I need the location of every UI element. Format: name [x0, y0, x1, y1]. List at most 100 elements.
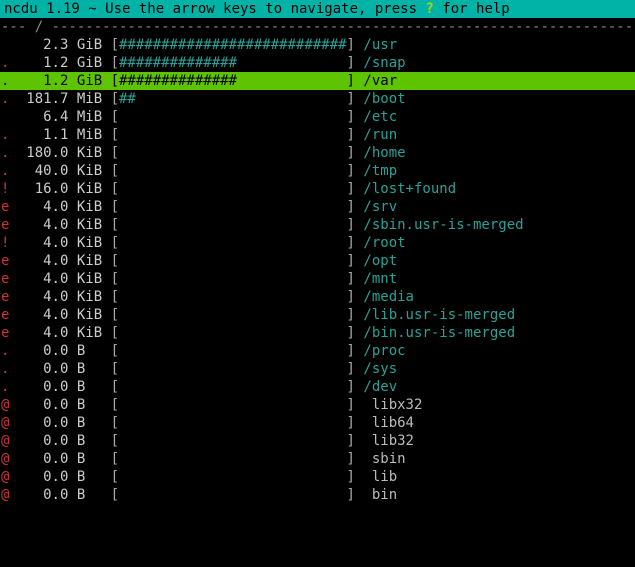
row-flag: @ — [1, 468, 9, 486]
row-size: 1.1 — [9, 126, 68, 144]
bracket-open: [ — [111, 468, 119, 486]
row-size: 4.0 — [9, 234, 68, 252]
row-size: 6.4 — [9, 108, 68, 126]
row-flag: . — [1, 54, 9, 72]
bracket-close: ] — [347, 486, 355, 504]
row-flag: . — [1, 378, 9, 396]
row-flag: e — [1, 198, 9, 216]
list-item[interactable]: @0.0 B [ ] lib — [0, 468, 635, 486]
list-item[interactable]: @0.0 B [ ] sbin — [0, 450, 635, 468]
row-size: 0.0 — [9, 342, 68, 360]
usage-bar — [119, 198, 347, 216]
row-unit: MiB — [77, 126, 111, 144]
row-unit: KiB — [77, 198, 111, 216]
list-item[interactable]: e4.0 KiB[ ] /bin.usr-is-merged — [0, 324, 635, 342]
bracket-open: [ — [111, 108, 119, 126]
row-flag: . — [1, 72, 9, 90]
title-bar: ncdu 1.19 ~ Use the arrow keys to naviga… — [0, 0, 635, 18]
list-item[interactable]: .40.0 KiB[ ] /tmp — [0, 162, 635, 180]
bracket-close: ] — [347, 324, 355, 342]
list-item[interactable]: .0.0 B [ ] /dev — [0, 378, 635, 396]
usage-bar — [119, 342, 347, 360]
list-item[interactable]: e4.0 KiB[ ] /mnt — [0, 270, 635, 288]
row-flag — [1, 36, 9, 54]
bracket-open: [ — [111, 360, 119, 378]
file-list[interactable]: 2.3 GiB[###########################] /us… — [0, 36, 635, 504]
list-item[interactable]: e4.0 KiB[ ] /media — [0, 288, 635, 306]
list-item[interactable]: .1.1 MiB[ ] /run — [0, 126, 635, 144]
help-key[interactable]: ? — [425, 1, 433, 17]
bracket-open: [ — [111, 432, 119, 450]
list-item[interactable]: !4.0 KiB[ ] /root — [0, 234, 635, 252]
row-flag: . — [1, 126, 9, 144]
usage-bar — [119, 414, 347, 432]
usage-bar — [119, 324, 347, 342]
bracket-close: ] — [347, 54, 355, 72]
list-item[interactable]: e4.0 KiB[ ] /opt — [0, 252, 635, 270]
bracket-open: [ — [111, 486, 119, 504]
row-size: 0.0 — [9, 486, 68, 504]
list-item[interactable]: e4.0 KiB[ ] /lib.usr-is-merged — [0, 306, 635, 324]
list-item[interactable]: e4.0 KiB[ ] /sbin.usr-is-merged — [0, 216, 635, 234]
link-name: bin — [363, 486, 397, 504]
bracket-open: [ — [111, 54, 119, 72]
bracket-open: [ — [111, 234, 119, 252]
row-unit: B — [77, 432, 111, 450]
list-item[interactable]: !16.0 KiB[ ] /lost+found — [0, 180, 635, 198]
list-item[interactable]: @0.0 B [ ] bin — [0, 486, 635, 504]
bracket-close: ] — [347, 108, 355, 126]
row-size: 4.0 — [9, 198, 68, 216]
row-flag: e — [1, 216, 9, 234]
list-item[interactable]: .180.0 KiB[ ] /home — [0, 144, 635, 162]
list-item[interactable]: .0.0 B [ ] /proc — [0, 342, 635, 360]
bracket-open: [ — [111, 396, 119, 414]
row-flag: e — [1, 270, 9, 288]
list-item[interactable]: e4.0 KiB[ ] /srv — [0, 198, 635, 216]
link-name: lib64 — [363, 414, 414, 432]
list-item[interactable]: .1.2 GiB[############## ] /snap — [0, 54, 635, 72]
row-unit: B — [77, 450, 111, 468]
usage-bar — [119, 234, 347, 252]
bracket-open: [ — [111, 180, 119, 198]
list-item[interactable]: 2.3 GiB[###########################] /us… — [0, 36, 635, 54]
row-unit: B — [77, 342, 111, 360]
dir-name: /dev — [363, 378, 397, 396]
list-item[interactable]: 6.4 MiB[ ] /etc — [0, 108, 635, 126]
link-name: sbin — [363, 450, 405, 468]
usage-bar — [119, 162, 347, 180]
row-unit: KiB — [77, 162, 111, 180]
row-flag: e — [1, 252, 9, 270]
list-item[interactable]: .0.0 B [ ] /sys — [0, 360, 635, 378]
list-item[interactable]: .1.2 GiB[############## ] /var — [0, 72, 635, 90]
bracket-close: ] — [347, 270, 355, 288]
row-flag: e — [1, 324, 9, 342]
row-unit: KiB — [77, 270, 111, 288]
list-item[interactable]: .181.7 MiB[## ] /boot — [0, 90, 635, 108]
bracket-close: ] — [347, 360, 355, 378]
bracket-close: ] — [347, 252, 355, 270]
row-flag: . — [1, 90, 9, 108]
link-name: lib32 — [363, 432, 414, 450]
bracket-close: ] — [347, 90, 355, 108]
row-flag: . — [1, 360, 9, 378]
row-flag: @ — [1, 414, 9, 432]
bracket-close: ] — [347, 468, 355, 486]
list-item[interactable]: @0.0 B [ ] lib64 — [0, 414, 635, 432]
row-flag: ! — [1, 234, 9, 252]
dir-name: /sbin.usr-is-merged — [363, 216, 523, 234]
dir-name: /media — [363, 288, 414, 306]
row-size: 180.0 — [9, 144, 68, 162]
row-size: 4.0 — [9, 324, 68, 342]
dir-name: /var — [363, 72, 397, 90]
usage-bar: ############## — [119, 72, 347, 90]
dir-name: /run — [363, 126, 397, 144]
list-item[interactable]: @0.0 B [ ] lib32 — [0, 432, 635, 450]
row-size: 16.0 — [9, 180, 68, 198]
row-size: 0.0 — [9, 378, 68, 396]
list-item[interactable]: @0.0 B [ ] libx32 — [0, 396, 635, 414]
row-size: 0.0 — [9, 414, 68, 432]
dir-name: /root — [363, 234, 405, 252]
dir-name: /home — [363, 144, 405, 162]
title-prefix: ncdu 1.19 ~ Use the arrow keys to naviga… — [4, 1, 425, 17]
dir-name: /proc — [363, 342, 405, 360]
